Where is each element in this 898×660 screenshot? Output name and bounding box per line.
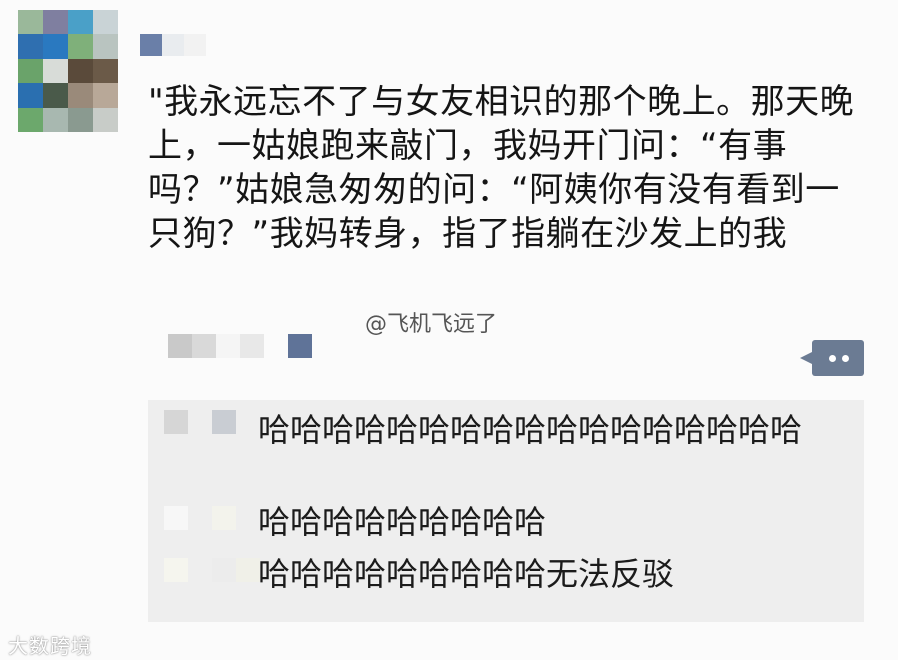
comment-text: 哈哈哈哈哈哈哈哈哈哈哈哈哈哈哈哈哈 [258,411,803,449]
comment-button[interactable] [800,340,864,376]
comment-text: 哈哈哈哈哈哈哈哈哈 [258,503,547,541]
comment-item [164,506,260,530]
site-logo: 大数跨境 [8,634,92,658]
post-timestamp [168,334,312,358]
username[interactable] [140,34,206,56]
commenter-name[interactable] [164,410,236,434]
comments-panel: 哈哈哈哈哈哈哈哈哈哈哈哈哈哈哈哈哈 哈哈哈哈哈哈哈哈哈 哈哈哈哈哈哈哈哈哈无法反… [148,400,864,622]
commenter-name[interactable] [164,506,260,530]
commenter-name[interactable] [164,558,260,582]
avatar[interactable] [18,10,118,132]
comment-icon [829,355,836,362]
comment-item [164,410,236,434]
post-text: "我永远忘不了与女友相识的那个晚上。那天晚上，一姑娘跑来敲门，我妈开门问：“有事… [148,82,855,254]
weibo-watermark: @飞机飞远了 [365,312,498,337]
comment-item [164,558,260,582]
comment-text: 哈哈哈哈哈哈哈哈哈无法反驳 [258,555,675,593]
